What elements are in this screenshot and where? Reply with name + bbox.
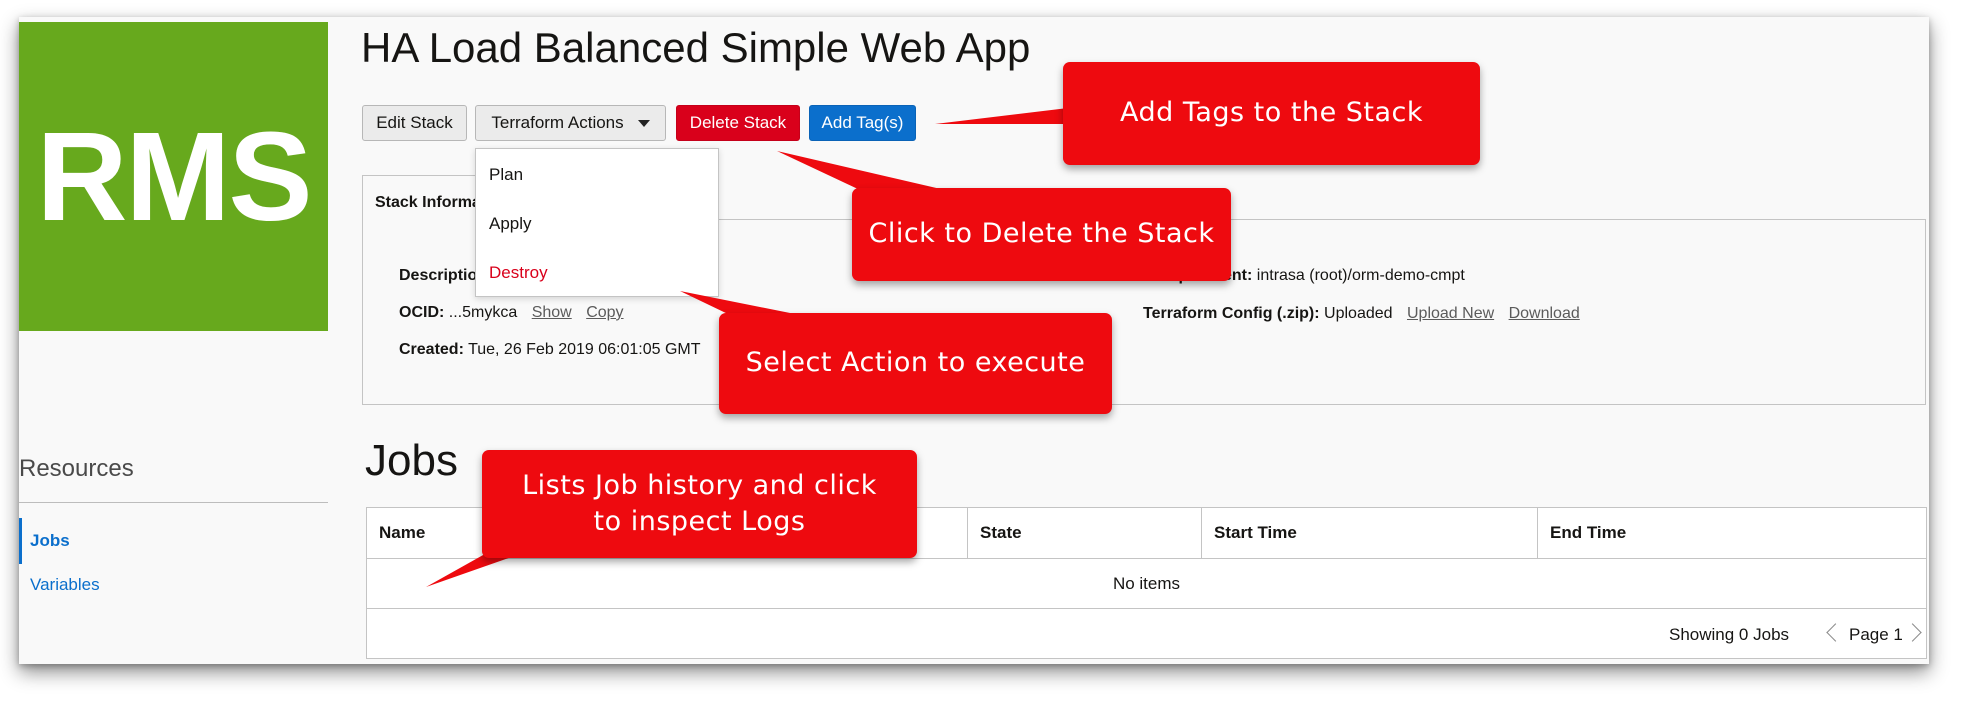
- select-action-callout: Select Action to execute: [719, 313, 1112, 414]
- jobs-callout: Lists Job history and click to inspect L…: [482, 450, 917, 558]
- add-tags-pointer: [935, 108, 1068, 124]
- jobs-callout-line2: to inspect Logs: [593, 506, 806, 537]
- select-action-callout-text: Select Action to execute: [745, 347, 1086, 379]
- delete-stack-callout: Click to Delete the Stack: [852, 188, 1231, 281]
- add-tags-callout: Add Tags to the Stack: [1063, 62, 1480, 165]
- select-action-pointer: [680, 291, 800, 315]
- delete-pointer: [777, 151, 945, 190]
- delete-callout-text: Click to Delete the Stack: [868, 218, 1215, 250]
- jobs-callout-line1: Lists Job history and click: [522, 469, 877, 501]
- add-tags-callout-text: Add Tags to the Stack: [1119, 97, 1424, 129]
